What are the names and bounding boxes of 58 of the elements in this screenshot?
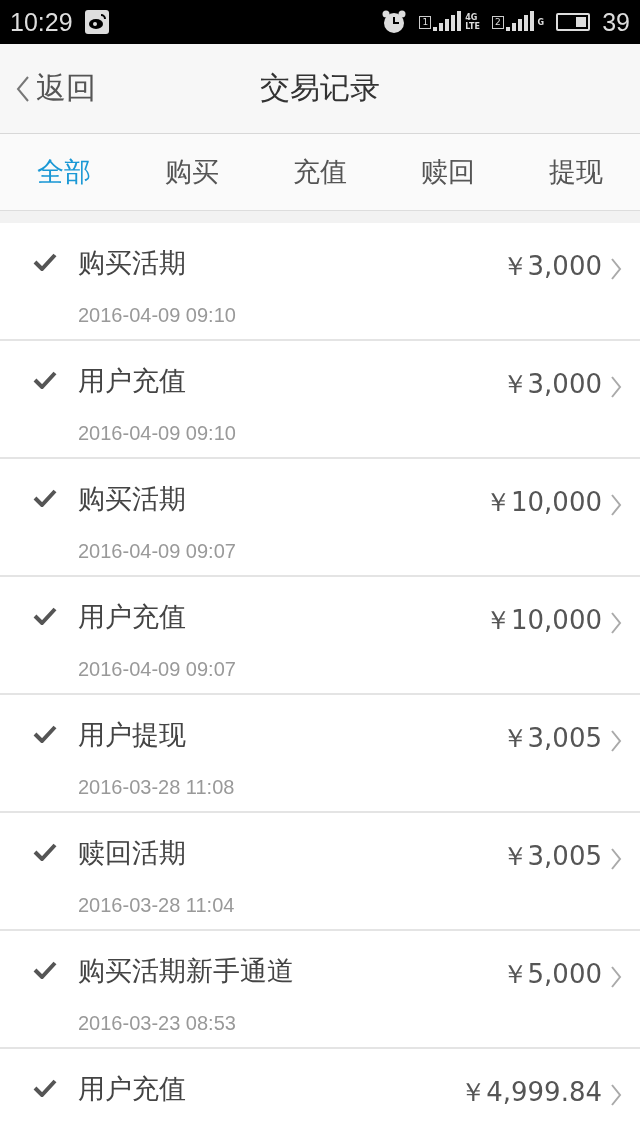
filter-tab[interactable]: 充值 — [256, 134, 384, 210]
chevron-right-icon — [610, 847, 622, 871]
transaction-title: 用户充值 — [78, 364, 187, 398]
transaction-row[interactable]: 购买活期 ￥3,000 2016-04-09 09:10 — [0, 223, 640, 341]
transaction-date: 2016-04-09 09:10 — [78, 422, 237, 446]
transaction-date: 2016-03-23 08:53 — [78, 1012, 237, 1036]
transaction-amount: ￥5,000 — [501, 958, 602, 991]
transaction-row[interactable]: 购买活期新手通道 ￥5,000 2016-03-23 08:53 — [0, 931, 640, 1049]
chevron-right-icon — [610, 493, 622, 517]
transaction-amount: ￥3,005 — [501, 840, 602, 873]
network-label: G — [537, 17, 545, 27]
filter-tab[interactable]: 购买 — [128, 134, 256, 210]
transaction-amount: ￥10,000 — [485, 486, 602, 519]
transaction-date: 2016-04-09 09:07 — [78, 540, 237, 564]
transaction-title: 购买活期 — [78, 482, 187, 516]
transaction-amount: ￥4,999.84 — [460, 1076, 602, 1109]
chevron-right-icon — [610, 965, 622, 989]
transaction-date: 2016-03-28 11:04 — [78, 894, 236, 918]
alarm-icon — [381, 9, 408, 35]
chevron-left-icon — [16, 74, 30, 103]
transaction-row[interactable]: 用户充值 ￥4,999.84 — [0, 1049, 640, 1138]
clock-time: 10:29 — [10, 7, 73, 37]
transaction-date: 2016-03-28 11:08 — [78, 776, 236, 800]
chevron-right-icon — [610, 611, 622, 635]
transaction-date: 2016-04-09 09:10 — [78, 304, 237, 328]
transaction-title: 用户提现 — [78, 718, 187, 752]
transaction-title: 购买活期 — [78, 246, 187, 280]
chevron-right-icon — [610, 375, 622, 399]
transaction-title: 赎回活期 — [78, 836, 187, 870]
chevron-right-icon — [610, 1083, 622, 1107]
sim-slot-label: 1 — [419, 15, 432, 29]
chevron-right-icon — [610, 257, 622, 281]
transaction-amount: ￥10,000 — [485, 604, 602, 637]
transaction-row[interactable]: 购买活期 ￥10,000 2016-04-09 09:07 — [0, 459, 640, 577]
page-title: 交易记录 — [260, 70, 380, 105]
transaction-row[interactable]: 用户提现 ￥3,005 2016-03-28 11:08 — [0, 695, 640, 813]
transaction-row[interactable]: 赎回活期 ￥3,005 2016-03-28 11:04 — [0, 813, 640, 931]
transaction-title: 用户充值 — [78, 1072, 187, 1106]
sim-slot-label: 2 — [491, 15, 504, 29]
weibo-icon — [84, 10, 109, 34]
transaction-title: 用户充值 — [78, 600, 187, 634]
battery-icon — [556, 13, 591, 31]
network-label: LTE — [465, 22, 480, 31]
transaction-title: 购买活期新手通道 — [78, 954, 295, 988]
transaction-row[interactable]: 用户充值 ￥10,000 2016-04-09 09:07 — [0, 577, 640, 695]
signal-icon — [433, 11, 464, 33]
transaction-amount: ￥3,000 — [501, 250, 602, 283]
filter-tab[interactable]: 赎回 — [384, 134, 512, 210]
transaction-row[interactable]: 用户充值 ￥3,000 2016-04-09 09:10 — [0, 341, 640, 459]
filter-tab[interactable]: 提现 — [512, 134, 640, 210]
battery-percent: 39 — [602, 7, 630, 37]
transaction-amount: ￥3,005 — [501, 722, 602, 755]
transaction-amount: ￥3,000 — [501, 368, 602, 401]
network-label: 4G — [465, 13, 479, 22]
back-button[interactable]: 返回 — [0, 67, 102, 110]
chevron-right-icon — [610, 729, 622, 753]
signal-icon — [505, 11, 536, 33]
transaction-date: 2016-04-09 09:07 — [78, 658, 237, 682]
